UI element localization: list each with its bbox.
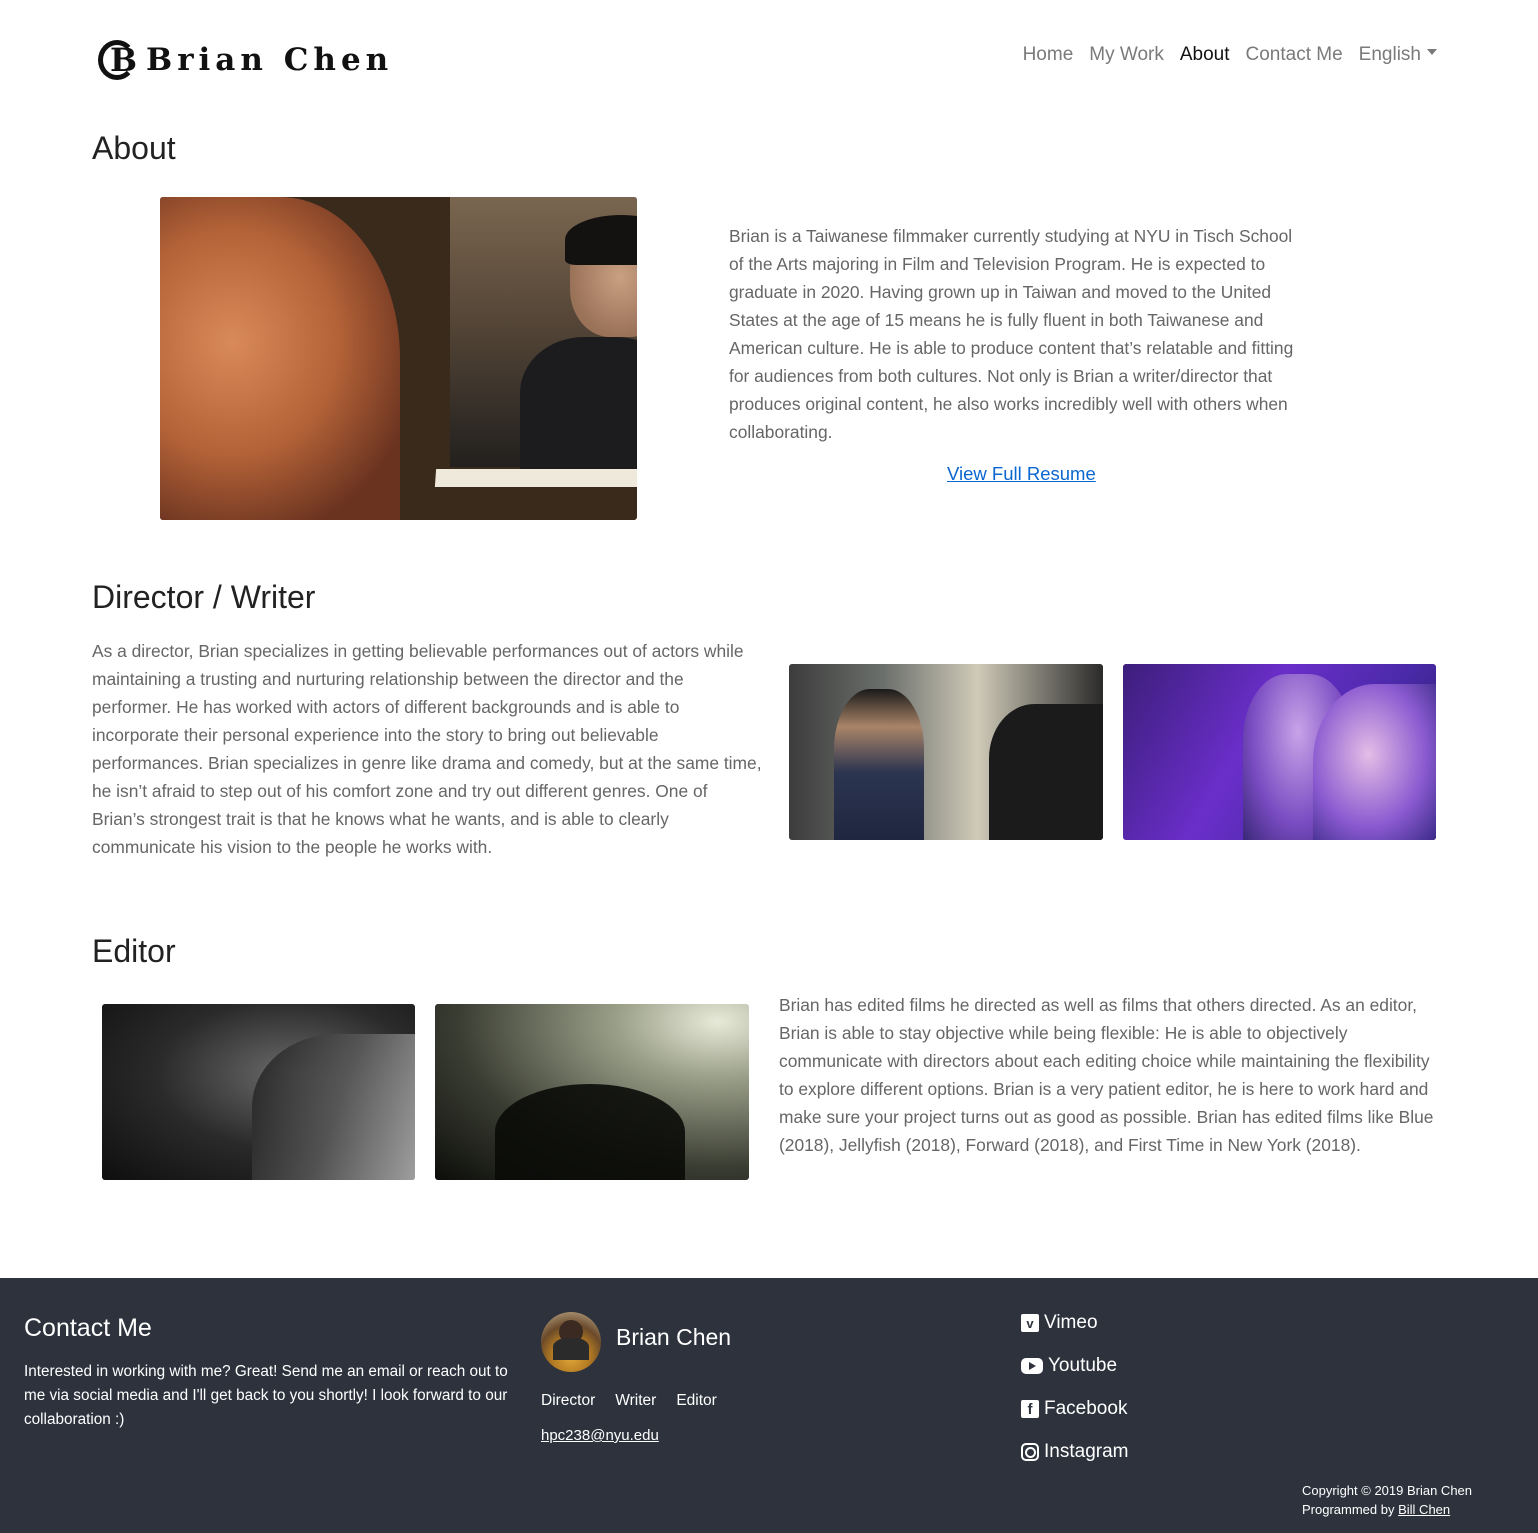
about-text: Brian is a Taiwanese filmmaker currently… [729,226,1294,442]
programmer-link[interactable]: Bill Chen [1398,1502,1450,1517]
copyright-text: Copyright © 2019 Brian Chen [1302,1483,1473,1498]
photo-person [834,689,924,840]
copyright: Copyright © 2019 Brian Chen Programmed b… [1302,1481,1472,1519]
social-facebook[interactable]: f Facebook [1021,1398,1127,1420]
photo-person-2 [1313,684,1436,840]
photo-operator [989,704,1103,840]
role-director: Director [541,1392,596,1409]
footer-roles: Director Writer Editor [541,1392,717,1410]
social-label: Facebook [1044,1398,1128,1419]
programmed-by: Programmed by Bill Chen [1302,1500,1472,1519]
mirror-frame [434,197,637,487]
caret-down-icon [1427,48,1437,55]
youtube-icon [1021,1358,1043,1374]
social-label: Youtube [1048,1355,1118,1376]
role-writer: Writer [615,1392,657,1409]
social-label: Vimeo [1044,1312,1098,1333]
photo-figure [495,1084,685,1180]
footer: Contact Me Interested in working with me… [0,1278,1538,1533]
nav-contact-me[interactable]: Contact Me [1246,44,1343,66]
language-label: English [1358,44,1421,65]
instagram-icon [1021,1443,1039,1461]
nav-about[interactable]: About [1180,44,1230,66]
avatar [541,1312,601,1372]
about-heading: About [92,130,176,166]
social-label: Instagram [1044,1441,1129,1462]
social-youtube[interactable]: Youtube [1021,1355,1117,1377]
nav-my-work[interactable]: My Work [1089,44,1164,66]
director-text: As a director, Brian specializes in gett… [92,641,762,857]
photo-neck [160,197,400,520]
about-photo [160,197,637,520]
facebook-icon: f [1021,1400,1039,1418]
navbar: B Brian Chen Home My Work About Contact … [0,0,1538,115]
editor-photo-1 [102,1004,415,1180]
director-heading: Director / Writer [92,579,316,615]
avatar-body [553,1338,589,1360]
editor-text: Brian has edited films he directed as we… [779,995,1434,1155]
social-vimeo[interactable]: v Vimeo [1021,1312,1098,1334]
editor-heading: Editor [92,933,176,969]
nav-menu: Home My Work About Contact Me English [1007,44,1437,66]
vimeo-icon: v [1021,1314,1039,1332]
photo-figure [252,1034,415,1180]
director-photo-1 [789,664,1103,840]
footer-contact-text: Interested in working with me? Great! Se… [24,1363,508,1428]
monogram-b: B [110,41,138,79]
monogram-icon: B [98,38,138,82]
view-resume-link[interactable]: View Full Resume [947,463,1096,485]
editor-photo-2 [435,1004,749,1180]
role-editor: Editor [676,1392,717,1409]
director-photo-2 [1123,664,1436,840]
brand-logo[interactable]: B Brian Chen [98,36,393,84]
nav-home[interactable]: Home [1023,44,1074,66]
social-instagram[interactable]: Instagram [1021,1441,1128,1463]
language-dropdown[interactable]: English [1359,44,1437,66]
footer-contact-title: Contact Me [24,1314,152,1342]
email-link[interactable]: hpc238@nyu.edu [541,1427,659,1444]
footer-name: Brian Chen [616,1324,732,1350]
brand-name: Brian Chen [146,42,394,78]
programmed-by-label: Programmed by [1302,1502,1395,1517]
